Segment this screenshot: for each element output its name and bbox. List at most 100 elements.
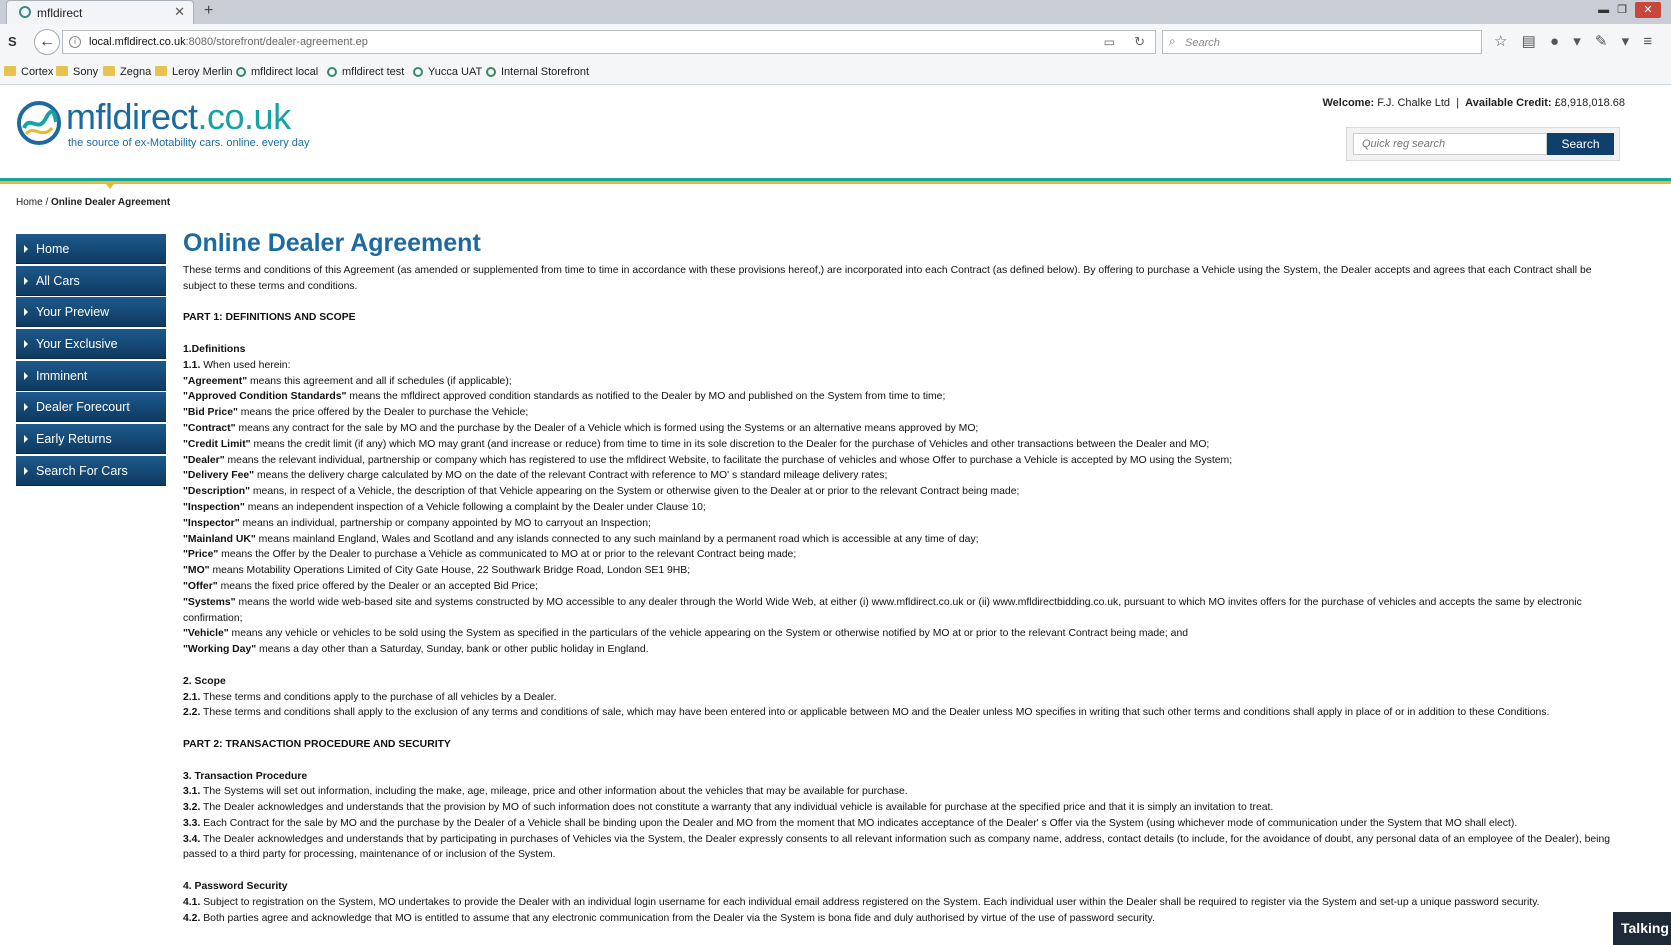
- url-text: local.mfldirect.co.uk:8080/storefront/de…: [89, 36, 368, 48]
- caret-right-icon: [24, 276, 28, 285]
- credit-label: Available Credit:: [1465, 97, 1552, 109]
- bookmark-item[interactable]: mfldirect local: [236, 66, 318, 78]
- sidenav-item-early-returns[interactable]: Early Returns: [16, 424, 166, 455]
- definition-item: "Description" means, in respect of a Veh…: [183, 486, 1020, 498]
- definition-item: "Price" means the Offer by the Dealer to…: [183, 549, 797, 561]
- quick-reg-search-input[interactable]: [1353, 133, 1547, 155]
- definition-item: "Agreement" means this agreement and all…: [183, 375, 512, 387]
- section-heading: 2. Scope: [183, 675, 226, 687]
- browser-search-placeholder: Search: [1185, 37, 1220, 49]
- close-tab-icon[interactable]: ✕: [174, 4, 185, 20]
- back-button[interactable]: ←: [34, 29, 60, 55]
- sidenav-item-home[interactable]: Home: [16, 234, 166, 264]
- dealer-name: F.J. Chalke Ltd: [1377, 97, 1451, 109]
- clause: 4.2. Both parties agree and acknowledge …: [183, 912, 1155, 924]
- logo-swirl-icon: [17, 101, 61, 145]
- caret-right-icon: [24, 371, 28, 380]
- chat-widget-button[interactable]: Talking: [1613, 912, 1671, 945]
- bookmark-item[interactable]: Zegna: [103, 66, 151, 78]
- site-logo[interactable]: mfldirect.co.uk the source of ex-Motabil…: [16, 96, 326, 152]
- section-heading: 1.Definitions: [183, 343, 246, 355]
- definition-item: "Inspection" means an independent inspec…: [183, 501, 706, 513]
- close-window-icon[interactable]: ✕: [1635, 2, 1661, 18]
- definition-item: "Mainland UK" means mainland England, Wa…: [183, 533, 979, 545]
- globe-icon: [486, 67, 496, 77]
- clause: 4.1. Subject to registration on the Syst…: [183, 896, 1540, 908]
- bookmarks-list-icon[interactable]: ▤: [1522, 33, 1536, 50]
- menu-icon[interactable]: ≡: [1643, 33, 1652, 50]
- definition-item: "Dealer" means the relevant individual, …: [183, 454, 1233, 466]
- bookmark-item[interactable]: Sony: [56, 66, 98, 78]
- credit-value: £8,918,018.68: [1554, 97, 1625, 109]
- url-host: local.mfldirect.co.uk: [89, 36, 186, 48]
- dropdown-icon[interactable]: ▾: [1573, 33, 1581, 50]
- sidenav-item-all-cars[interactable]: All Cars: [16, 265, 166, 296]
- bookmark-item[interactable]: Cortex: [4, 66, 53, 78]
- clause: 1.1. When used herein:: [183, 359, 291, 371]
- bookmarks-bar: Cortex Sony Zegna Leroy Merlin mfldirect…: [0, 60, 1671, 85]
- folder-icon: [4, 66, 16, 76]
- browser-tab[interactable]: mfldirect ✕: [6, 0, 194, 24]
- sidenav-item-search-for-cars[interactable]: Search For Cars: [16, 455, 166, 486]
- welcome-label: Welcome:: [1322, 97, 1375, 109]
- caret-right-icon: [24, 435, 28, 444]
- sidenav-item-imminent[interactable]: Imminent: [16, 360, 166, 391]
- bookmark-item[interactable]: Internal Storefront: [486, 66, 589, 78]
- quick-reg-search-panel: Search: [1346, 127, 1620, 161]
- separator: |: [1456, 97, 1460, 109]
- reload-icon[interactable]: ↻: [1134, 34, 1145, 50]
- toolbar-icons: ☆ ▤ ● ▾ ✎ ▾ ≡: [1494, 32, 1652, 50]
- addon-s-icon[interactable]: S: [8, 34, 17, 49]
- url-bar[interactable]: i local.mfldirect.co.uk:8080/storefront/…: [62, 30, 1156, 54]
- new-tab-icon[interactable]: +: [204, 2, 213, 20]
- tab-title: mfldirect: [37, 6, 83, 20]
- site-favicon-icon: [19, 6, 31, 18]
- definition-item: "Bid Price" means the price offered by t…: [183, 407, 529, 419]
- caret-right-icon: [24, 340, 28, 349]
- info-icon[interactable]: i: [69, 36, 81, 48]
- stripe-pointer: [106, 184, 114, 189]
- sidenav-item-your-exclusive[interactable]: Your Exclusive: [16, 329, 166, 360]
- reader-view-icon[interactable]: ▭: [1104, 35, 1115, 49]
- tools-icon[interactable]: ✎: [1595, 33, 1608, 50]
- quick-reg-search-button[interactable]: Search: [1547, 133, 1614, 155]
- bookmark-item[interactable]: Leroy Merlin: [155, 66, 233, 78]
- definition-item: "Contract" means any contract for the sa…: [183, 422, 979, 434]
- agreement-text: These terms and conditions of this Agree…: [183, 263, 1613, 926]
- caret-right-icon: [24, 466, 28, 475]
- section-heading: 4. Password Security: [183, 881, 288, 893]
- definition-item: "Systems" means the world wide web-based…: [183, 596, 1582, 624]
- clause: 3.2. The Dealer acknowledges and underst…: [183, 802, 1274, 814]
- maximize-icon[interactable]: ❐: [1617, 4, 1635, 16]
- url-path: :8080/storefront/dealer-agreement.ep: [185, 36, 368, 48]
- bookmark-item[interactable]: Yucca UAT: [413, 66, 482, 78]
- sidenav-item-dealer-forecourt[interactable]: Dealer Forecourt: [16, 392, 166, 423]
- definition-item: "Working Day" means a day other than a S…: [183, 644, 649, 656]
- breadcrumb-current: Online Dealer Agreement: [51, 197, 171, 208]
- overflow-icon[interactable]: ▾: [1622, 33, 1630, 50]
- folder-icon: [103, 66, 115, 76]
- definition-item: "Delivery Fee" means the delivery charge…: [183, 470, 888, 482]
- definition-item: "Approved Condition Standards" means the…: [183, 391, 946, 403]
- main-content: Online Dealer Agreement These terms and …: [183, 228, 1613, 926]
- part-heading: PART 2: TRANSACTION PROCEDURE AND SECURI…: [183, 738, 451, 750]
- bookmark-star-icon[interactable]: ☆: [1494, 33, 1507, 50]
- folder-icon: [155, 66, 167, 76]
- minimize-icon[interactable]: ▬: [1598, 4, 1617, 16]
- sidenav-item-your-preview[interactable]: Your Preview: [16, 297, 166, 328]
- definition-item: "Inspector" means an individual, partner…: [183, 517, 651, 529]
- part-heading: PART 1: DEFINITIONS AND SCOPE: [183, 312, 356, 324]
- bookmark-item[interactable]: mfldirect test: [327, 66, 404, 78]
- caret-right-icon: [24, 308, 28, 317]
- addon-icon[interactable]: ●: [1550, 33, 1559, 50]
- breadcrumb-home[interactable]: Home: [16, 197, 43, 208]
- clause: 3.1. The Systems will set out informatio…: [183, 786, 908, 798]
- window-controls: ▬❐ ✕: [1598, 2, 1661, 18]
- definition-item: "Credit Limit" means the credit limit (i…: [183, 438, 1210, 450]
- folder-icon: [56, 66, 68, 76]
- header-stripe-yellow: [0, 181, 1671, 184]
- globe-icon: [413, 67, 423, 77]
- browser-nav-bar: S ← i local.mfldirect.co.uk:8080/storefr…: [0, 24, 1671, 61]
- browser-search-box[interactable]: ⌕ Search: [1162, 30, 1482, 54]
- search-icon: ⌕: [1169, 34, 1176, 48]
